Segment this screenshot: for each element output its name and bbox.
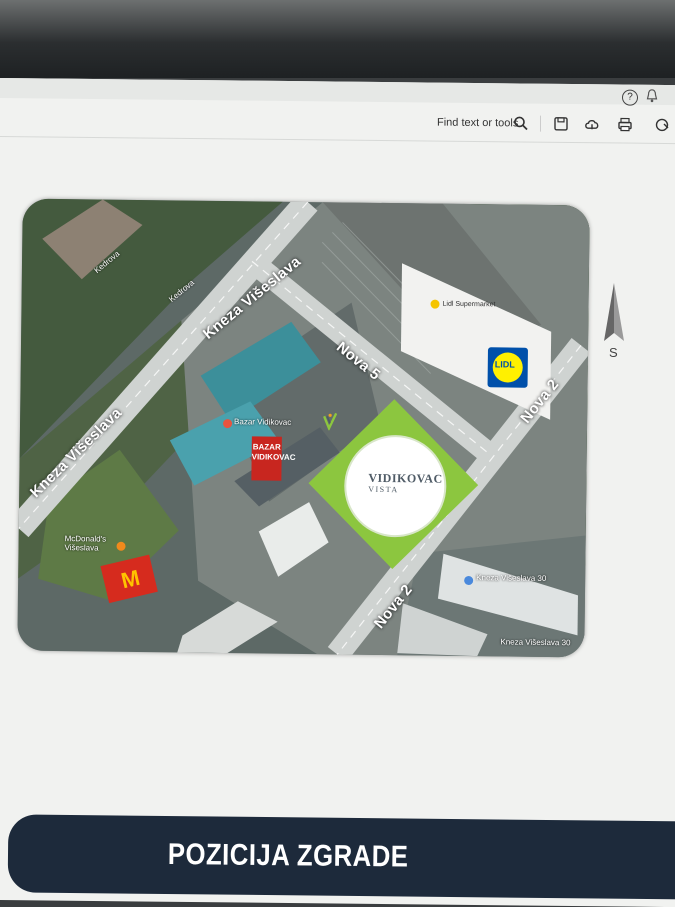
save-icon[interactable] bbox=[553, 116, 569, 132]
project-location-marker[interactable]: VIDIKOVAC VISTA bbox=[308, 399, 479, 569]
find-text-label[interactable]: Find text or tools bbox=[437, 117, 518, 130]
print-icon[interactable] bbox=[617, 116, 633, 132]
lidl-place-label: Lidl Supermarket bbox=[442, 300, 496, 309]
banner-title: POZICIJA ZGRADE bbox=[167, 838, 409, 874]
location-map: Lidl Supermarket LIDL Kneza Višeslava Kn… bbox=[17, 198, 590, 658]
search-icon[interactable] bbox=[513, 115, 529, 131]
share-icon[interactable] bbox=[655, 117, 671, 133]
address-pin-icon[interactable] bbox=[464, 575, 474, 586]
compass-letter: S bbox=[609, 345, 618, 360]
bazar-pin-icon[interactable] bbox=[222, 419, 233, 429]
project-subtitle: VISTA bbox=[368, 484, 399, 495]
toolbar-divider bbox=[540, 115, 541, 132]
monitor-bezel bbox=[0, 0, 675, 78]
lidl-logo-text: LIDL bbox=[494, 359, 515, 370]
cloud-upload-icon[interactable] bbox=[584, 116, 600, 132]
bazar-place-label: Bazar Vidikovac bbox=[234, 417, 292, 427]
mcdonalds-place-label: McDonald's Višeslava bbox=[64, 534, 107, 553]
vidikovac-logo-icon bbox=[323, 412, 338, 431]
lidl-logo: LIDL bbox=[487, 347, 528, 388]
address-label-1: Kneza Višeslava 30 bbox=[476, 573, 547, 583]
lidl-pin-icon[interactable] bbox=[430, 299, 440, 309]
mcdonalds-pin-icon[interactable] bbox=[116, 541, 126, 551]
bazar-sign: BAZAR VIDIKOVAC bbox=[251, 436, 296, 481]
pdf-toolbar: Find text or tools bbox=[0, 100, 675, 145]
mcdonalds-logo-icon: M bbox=[118, 564, 143, 594]
bell-icon[interactable] bbox=[646, 89, 658, 103]
address-label-2: Kneza Višeslava 30 bbox=[500, 637, 571, 648]
question-icon[interactable]: ? bbox=[622, 89, 638, 106]
